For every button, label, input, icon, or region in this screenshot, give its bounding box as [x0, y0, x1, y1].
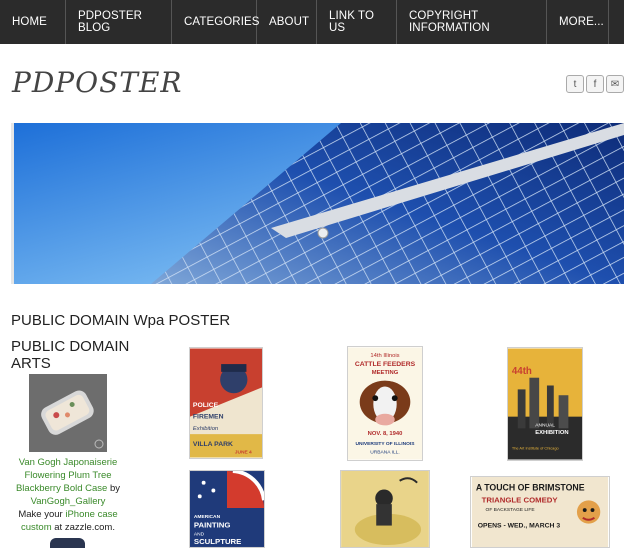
poster-text: TRIANGLE COMEDY: [482, 495, 559, 504]
phone-case-thumbnail[interactable]: [50, 538, 85, 548]
nav-filler: [609, 0, 624, 44]
product-make-text: Make your: [18, 509, 66, 520]
nav-categories-label: CATEGORIES: [184, 16, 260, 28]
poster-thumbnail[interactable]: 44th ANNUAL EXHIBITION The Art Institute…: [507, 347, 583, 461]
nav-copyright-label: COPYRIGHT INFORMATION: [409, 10, 490, 34]
poster-text: OF BACKSTAGE LIFE: [486, 507, 536, 513]
site-logo[interactable]: PDPOSTER: [12, 66, 182, 99]
poster-text: MEETING: [372, 370, 399, 376]
nav-more-label: MORE...: [559, 16, 604, 28]
poster-thumbnail[interactable]: A TOUCH OF BRIMSTONE TRIANGLE COMEDY OF …: [470, 476, 610, 548]
poster-text: The Art Institute of Chicago: [512, 446, 559, 451]
nav-home-label: HOME: [12, 16, 47, 28]
nav-link-to-us[interactable]: LINK TO US: [317, 0, 397, 44]
nav-about[interactable]: ABOUT: [257, 0, 317, 44]
poster-text: A TOUCH OF BRIMSTONE: [476, 483, 585, 493]
poster-text: EXHIBITION: [535, 430, 568, 436]
nav-blog-label: PDPOSTER BLOG: [78, 10, 143, 34]
poster-thumbnail[interactable]: [340, 470, 430, 548]
page-title: PUBLIC DOMAIN Wpa POSTER: [11, 312, 231, 329]
product-caption: Van Gogh Japonaiserie Flowering Plum Tre…: [13, 456, 123, 534]
poster-text: UNIVERSITY OF ILLINOIS: [355, 441, 415, 447]
product-author-link[interactable]: VanGogh_Gallery: [31, 496, 106, 507]
poster-text: POLICE: [193, 402, 219, 409]
poster-text: ANNUAL: [535, 422, 555, 428]
hero-banner-image: [11, 123, 624, 284]
product-title-link[interactable]: Van Gogh Japonaiserie Flowering Plum Tre…: [16, 457, 117, 494]
nav-copyright[interactable]: COPYRIGHT INFORMATION: [397, 0, 547, 44]
poster-text: URBANA ILL.: [370, 450, 399, 456]
nav-categories[interactable]: CATEGORIES: [172, 0, 260, 44]
poster-text: AMERICAN: [194, 514, 221, 520]
facebook-icon[interactable]: f: [586, 75, 604, 93]
poster-text: OPENS - WED., MARCH 3: [478, 523, 561, 530]
nav-link-to-us-label: LINK TO US: [329, 10, 375, 34]
poster-text: PAINTING: [194, 521, 231, 530]
nav-home[interactable]: HOME: [0, 0, 66, 44]
product-by-text: by: [107, 483, 121, 494]
poster-text: JUNE 4: [235, 450, 252, 456]
poster-text: 44th: [512, 366, 532, 377]
mail-icon[interactable]: ✉: [606, 75, 624, 93]
sidebar-title: PUBLIC DOMAIN ARTS: [11, 338, 130, 372]
poster-thumbnail[interactable]: 14th Illinois CATTLE FEEDERS MEETING NOV…: [347, 346, 423, 461]
poster-text: FIREMEN: [193, 414, 224, 421]
poster-thumbnail[interactable]: POLICE FIREMEN Exhibition VILLA PARK JUN…: [189, 347, 263, 459]
twitter-icon[interactable]: t: [566, 75, 584, 93]
poster-text: VILLA PARK: [193, 441, 233, 448]
product-thumbnail[interactable]: [29, 374, 107, 452]
poster-text: Exhibition: [193, 426, 218, 432]
nav-about-label: ABOUT: [269, 16, 310, 28]
nav-blog[interactable]: PDPOSTER BLOG: [66, 0, 172, 44]
top-nav: HOME PDPOSTER BLOG CATEGORIES ABOUT LINK…: [0, 0, 624, 44]
poster-text: CATTLE FEEDERS: [355, 361, 416, 368]
poster-text: NOV. 8, 1940: [368, 431, 403, 437]
nav-more[interactable]: MORE...: [547, 0, 609, 44]
poster-thumbnail[interactable]: AMERICAN PAINTING AND SCULPTURE: [189, 470, 265, 548]
poster-text: 14th Illinois: [370, 353, 399, 359]
product-suffix-text: at zazzle.com.: [51, 522, 115, 533]
